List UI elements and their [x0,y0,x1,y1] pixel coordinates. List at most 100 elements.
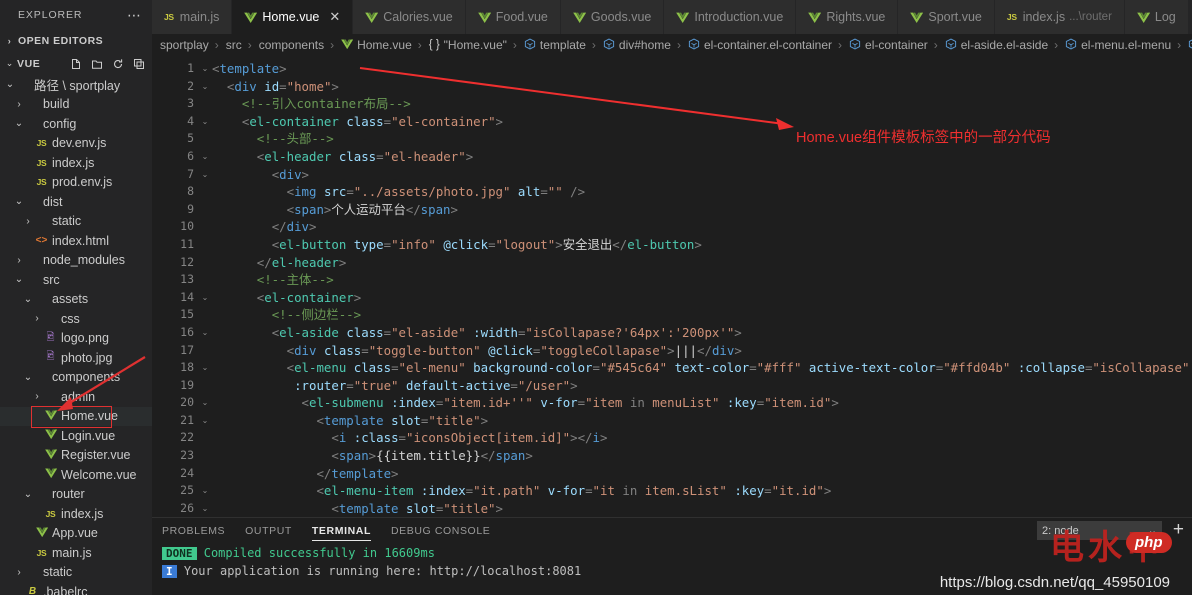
tree-item[interactable]: ⌄ src [0,270,152,290]
panel-tab[interactable]: TERMINAL [311,518,372,544]
editor-tab[interactable]: Introduction.vue [664,0,797,34]
code-line[interactable]: </el-header> [212,254,1192,272]
chevron-right-icon[interactable]: › [31,313,43,324]
fold-toggle[interactable]: ⌄ [198,394,212,412]
tree-item[interactable]: JS main.js [0,543,152,563]
chevron-down-icon[interactable]: ⌄ [22,489,34,500]
chevron-down-icon[interactable]: ⌄ [13,196,25,207]
tree-item[interactable]: ⌄ 路径 \ sportplay [0,75,152,95]
tree-item[interactable]: › static [0,563,152,583]
code-line[interactable]: <el-button type="info" @click="logout">安… [212,236,1192,254]
file-tree[interactable]: ⌄ 路径 \ sportplay › build ⌄ config JS dev.env.js… [0,75,152,595]
code-line[interactable]: <el-menu class="el-menu" background-colo… [212,359,1192,377]
breadcrumb-item[interactable]: › el-menu.el-menu [1051,37,1174,53]
panel-tab[interactable]: DEBUG CONSOLE [391,518,490,544]
chevron-right-icon[interactable]: › [13,255,25,266]
tree-item[interactable]: JS index.js [0,153,152,173]
breadcrumb-item[interactable]: › components [245,38,327,52]
tree-item[interactable]: ⌄ dist [0,192,152,212]
tree-item[interactable]: › admin [0,387,152,407]
tree-item[interactable]: › node_modules [0,251,152,271]
tree-item[interactable]: Login.vue [0,426,152,446]
code-line[interactable]: </template> [212,465,1192,483]
tree-item[interactable]: <> index.html [0,231,152,251]
code-line[interactable]: <span>{{item.title}}</span> [212,447,1192,465]
code-line[interactable]: <div> [212,166,1192,184]
tree-item[interactable]: › build [0,95,152,115]
code-line[interactable]: </div> [212,218,1192,236]
tree-item[interactable]: 🖻 photo.jpg [0,348,152,368]
tree-item[interactable]: B .babelrc [0,582,152,595]
chevron-down-icon[interactable]: ⌄ [22,372,34,383]
fold-toggle[interactable]: ⌄ [198,359,212,377]
fold-toggle[interactable]: ⌄ [198,289,212,307]
tree-item[interactable]: JS dev.env.js [0,134,152,154]
tree-item[interactable]: JS index.js [0,504,152,524]
terminal-selector[interactable]: 2: node ⌄ [1037,521,1162,540]
open-editors-section[interactable]: › OPEN EDITORS [0,30,152,52]
tree-item[interactable]: › css [0,309,152,329]
editor-tab-active[interactable]: Home.vue ✕ [232,0,354,34]
code-line[interactable]: <template> [212,60,1192,78]
breadcrumb-item[interactable]: › el-aside.el-aside [931,37,1051,53]
code-line[interactable]: <el-header class="el-header"> [212,148,1192,166]
breadcrumb-item[interactable]: › { } "Home.vue" [415,38,510,52]
close-icon[interactable]: ✕ [329,9,340,25]
code-line[interactable]: <template slot="title"> [212,412,1192,430]
tree-item[interactable]: › static [0,212,152,232]
breadcrumb-item[interactable]: › div#home [589,37,674,53]
code-line[interactable]: <el-container> [212,289,1192,307]
chevron-right-icon[interactable]: › [13,99,25,110]
refresh-icon[interactable] [112,58,124,70]
chevron-down-icon[interactable]: ⌄ [4,79,16,90]
fold-controls-column[interactable]: ⌄ ⌄ ⌄ ⌄ ⌄ ⌄ ⌄ ⌄ ⌄ ⌄ ⌄ ⌄ [198,56,212,517]
fold-toggle[interactable]: ⌄ [198,148,212,166]
code-line[interactable]: <!--侧边栏--> [212,306,1192,324]
code-line[interactable]: <img src="../assets/photo.jpg" alt="" /> [212,183,1192,201]
tree-item[interactable]: 🖻 logo.png [0,329,152,349]
editor-tab[interactable]: Log [1124,0,1189,34]
tree-item[interactable]: Welcome.vue [0,465,152,485]
code-line[interactable]: <template slot="title"> [212,500,1192,517]
panel-tab[interactable]: OUTPUT [245,518,292,544]
fold-toggle[interactable]: ⌄ [198,78,212,96]
new-file-icon[interactable] [70,58,82,70]
breadcrumb-item[interactable]: › template [510,37,589,53]
code-line[interactable]: <div id="home"> [212,78,1192,96]
breadcrumb-item[interactable]: › src [212,38,245,52]
breadcrumb-item[interactable]: sportplay [160,38,212,52]
breadcrumb-item[interactable]: › el-container [835,37,931,53]
new-folder-icon[interactable] [91,58,103,70]
editor-tab[interactable]: Sport.vue [898,0,995,34]
more-actions-icon[interactable]: ⋯ [127,8,146,22]
chevron-right-icon[interactable]: › [22,216,34,227]
panel-tab[interactable]: PROBLEMS [162,518,225,544]
tree-item[interactable]: ⌄ config [0,114,152,134]
code-line[interactable]: <!--引入container布局--> [212,95,1192,113]
code-line[interactable]: <!--主体--> [212,271,1192,289]
fold-toggle[interactable]: ⌄ [198,166,212,184]
editor-tab[interactable]: Goods.vue [560,0,665,34]
chevron-down-icon[interactable]: ⌄ [22,294,34,305]
collapse-all-icon[interactable] [133,58,145,70]
tree-item[interactable]: App.vue [0,524,152,544]
code-line[interactable]: <div class="toggle-button" @click="toggl… [212,342,1192,360]
fold-toggle[interactable]: ⌄ [198,482,212,500]
editor-tab[interactable]: JS index.js ...\router [994,0,1125,34]
fold-toggle[interactable]: ⌄ [198,60,212,78]
breadcrumb-item[interactable]: ›el-s [1174,38,1192,53]
fold-toggle[interactable]: ⌄ [198,324,212,342]
fold-toggle[interactable]: ⌄ [198,500,212,517]
tree-item[interactable]: ⌄ router [0,485,152,505]
chevron-right-icon[interactable]: › [13,567,25,578]
chevron-down-icon[interactable]: ⌄ [13,274,25,285]
editor-tab[interactable]: JS main.js [152,0,233,34]
code-line[interactable]: <el-submenu :index="item.id+''" v-for="i… [212,394,1192,412]
tree-item[interactable]: ⌄ components [0,368,152,388]
new-terminal-button[interactable]: + [1173,520,1184,539]
code-line[interactable]: :router="true" default-active="/user"> [212,377,1192,395]
fold-toggle[interactable]: ⌄ [198,412,212,430]
editor-tab[interactable]: Food.vue [465,0,561,34]
fold-toggle[interactable]: ⌄ [198,113,212,131]
editor-tab-bar[interactable]: JS main.js Home.vue ✕ Calories.vue Food.vue Go… [152,0,1192,34]
